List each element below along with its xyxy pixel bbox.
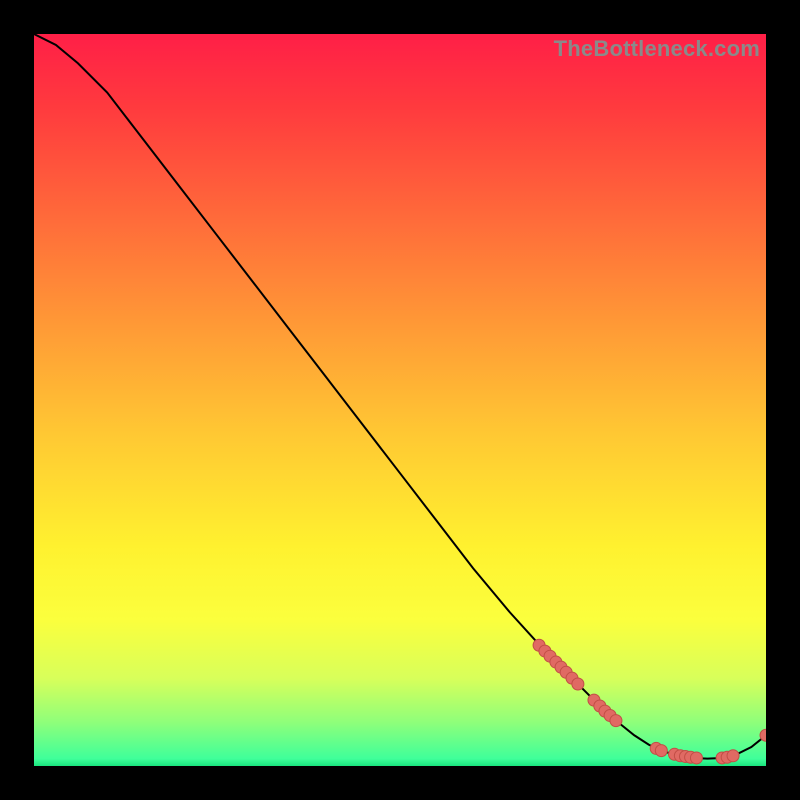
plot-area: [34, 34, 766, 766]
chart-stage: TheBottleneck.com: [0, 0, 800, 800]
watermark-text: TheBottleneck.com: [554, 36, 760, 62]
